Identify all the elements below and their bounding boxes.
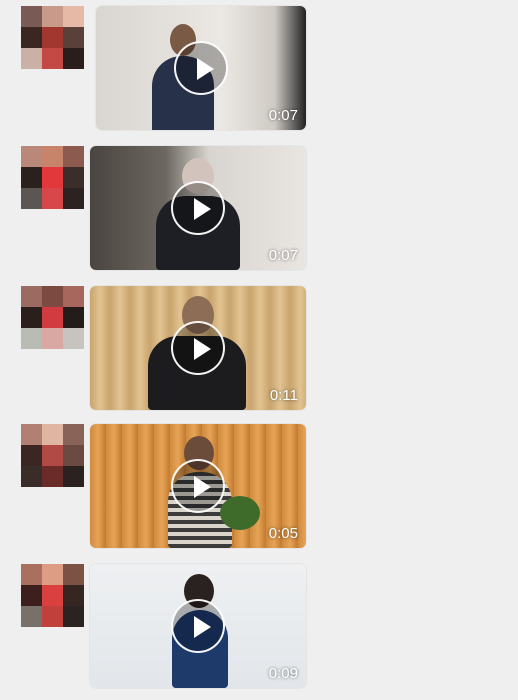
avatar-pixel [21,606,42,627]
avatar-pixel [42,466,63,487]
avatar-pixel [63,6,84,27]
avatar[interactable] [21,424,84,487]
avatar-pixel [63,466,84,487]
video-thumbnail[interactable]: 0:11 [90,286,306,410]
avatar-pixel [42,188,63,209]
avatar-pixel [21,585,42,606]
avatar-pixel [21,146,42,167]
avatar-pixel [63,307,84,328]
play-icon[interactable] [171,321,225,375]
avatar-pixel [42,564,63,585]
avatar[interactable] [21,6,84,69]
video-message: 0:07 [0,6,518,132]
video-duration: 0:07 [268,247,298,264]
avatar-pixel [42,167,63,188]
avatar-pixel [42,424,63,445]
avatar-pixel [21,466,42,487]
avatar-pixel [42,27,63,48]
avatar-pixel [21,328,42,349]
video-scene [210,496,270,548]
video-thumbnail[interactable]: 0:07 [96,6,306,130]
video-duration: 0:09 [268,665,298,682]
avatar-pixel [42,146,63,167]
video-thumbnail[interactable]: 0:07 [90,146,306,270]
avatar-pixel [63,564,84,585]
avatar-pixel [21,286,42,307]
avatar-pixel [21,6,42,27]
avatar-pixel [63,585,84,606]
play-icon[interactable] [171,181,225,235]
video-duration: 0:11 [269,387,298,404]
avatar-pixel [63,188,84,209]
avatar-pixel [21,307,42,328]
avatar-pixel [21,424,42,445]
avatar-pixel [63,167,84,188]
play-icon[interactable] [171,599,225,653]
video-thumbnail[interactable]: 0:09 [90,564,306,688]
video-thumbnail[interactable]: 0:05 [90,424,306,548]
avatar-pixel [42,286,63,307]
avatar-pixel [42,585,63,606]
play-icon[interactable] [171,459,225,513]
avatar[interactable] [21,146,84,209]
avatar-pixel [42,328,63,349]
avatar-pixel [63,445,84,466]
avatar-pixel [42,48,63,69]
avatar[interactable] [21,564,84,627]
avatar-pixel [21,48,42,69]
avatar-pixel [63,27,84,48]
avatar-pixel [21,167,42,188]
avatar-pixel [63,424,84,445]
avatar-pixel [21,188,42,209]
avatar-pixel [63,286,84,307]
avatar[interactable] [21,286,84,349]
video-message: 0:05 [0,424,518,550]
video-message: 0:11 [0,286,518,412]
avatar-pixel [42,606,63,627]
play-icon[interactable] [174,41,228,95]
video-message: 0:09 [0,564,518,690]
avatar-pixel [63,606,84,627]
avatar-pixel [63,146,84,167]
avatar-pixel [42,6,63,27]
avatar-pixel [21,564,42,585]
avatar-pixel [63,48,84,69]
video-duration: 0:07 [268,107,298,124]
avatar-pixel [42,445,63,466]
avatar-pixel [21,445,42,466]
video-duration: 0:05 [268,525,298,542]
video-message: 0:07 [0,146,518,272]
avatar-pixel [63,328,84,349]
avatar-pixel [21,27,42,48]
avatar-pixel [42,307,63,328]
